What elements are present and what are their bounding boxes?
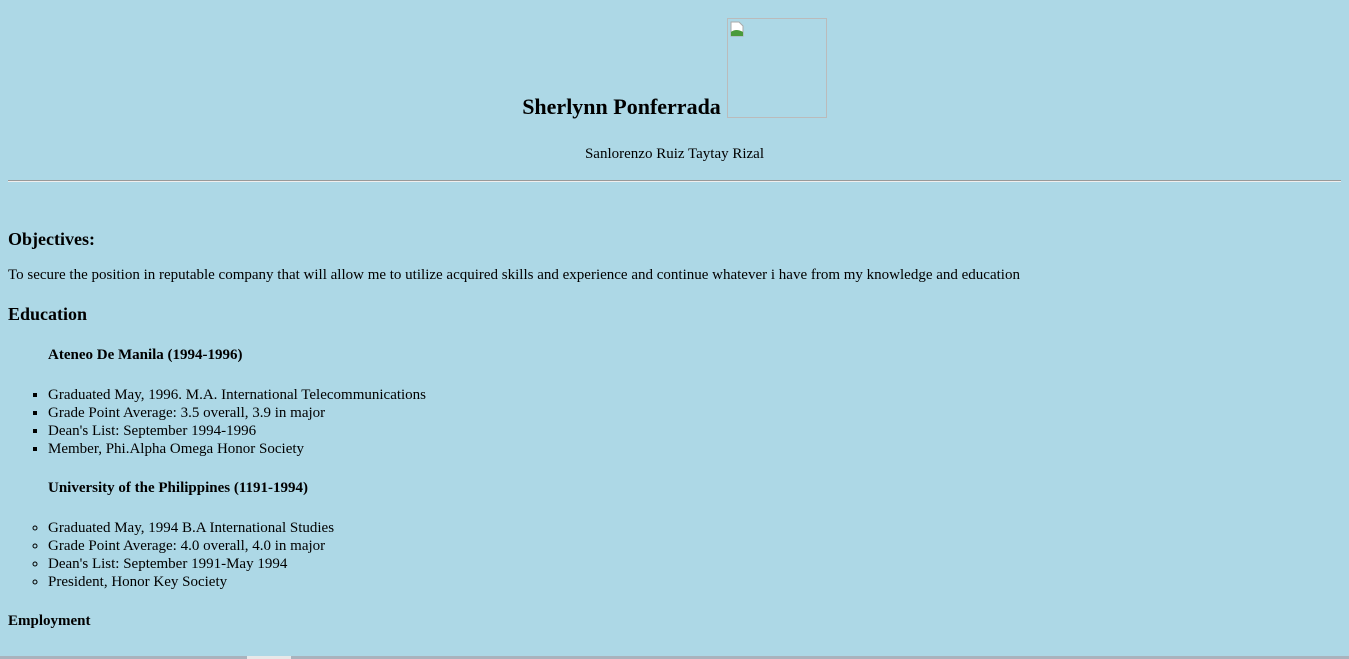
objectives-heading: Objectives: bbox=[8, 229, 95, 249]
broken-image-icon bbox=[730, 21, 744, 37]
list-item: Dean's List: September 1994-1996 bbox=[48, 422, 1341, 440]
education-heading: Education bbox=[8, 304, 88, 324]
profile-photo bbox=[726, 18, 827, 118]
objectives-text: To secure the position in reputable comp… bbox=[8, 267, 1020, 283]
list-item: Grade Point Average: 3.5 overall, 3.9 in… bbox=[48, 404, 1341, 422]
list-item: Member, Phi.Alpha Omega Honor Society bbox=[48, 440, 1341, 458]
list-item: President, Honor Key Society bbox=[48, 573, 1341, 591]
list-item: Dean's List: September 1991-May 1994 bbox=[48, 555, 1341, 573]
list-item: Grade Point Average: 4.0 overall, 4.0 in… bbox=[48, 537, 1341, 555]
list-item: Graduated May, 1994 B.A International St… bbox=[48, 519, 1341, 537]
employment-heading: Employment bbox=[8, 613, 91, 629]
resume: Sherlynn Ponferrada Sanlorenzo Ruiz Tayt… bbox=[0, 18, 1349, 630]
name-heading: Sherlynn Ponferrada bbox=[522, 94, 721, 119]
list-item: Graduated May, 1996. M.A. International … bbox=[48, 386, 1341, 404]
school-details-list: Graduated May, 1996. M.A. International … bbox=[8, 386, 1341, 458]
header: Sherlynn Ponferrada bbox=[8, 18, 1341, 119]
school-name: University of the Philippines (1191-1994… bbox=[48, 480, 309, 496]
address: Sanlorenzo Ruiz Taytay Rizal bbox=[584, 146, 765, 162]
school-details-list: Graduated May, 1994 B.A International St… bbox=[8, 519, 1341, 591]
divider bbox=[8, 180, 1341, 182]
school-name: Ateneo De Manila (1994-1996) bbox=[48, 347, 243, 363]
